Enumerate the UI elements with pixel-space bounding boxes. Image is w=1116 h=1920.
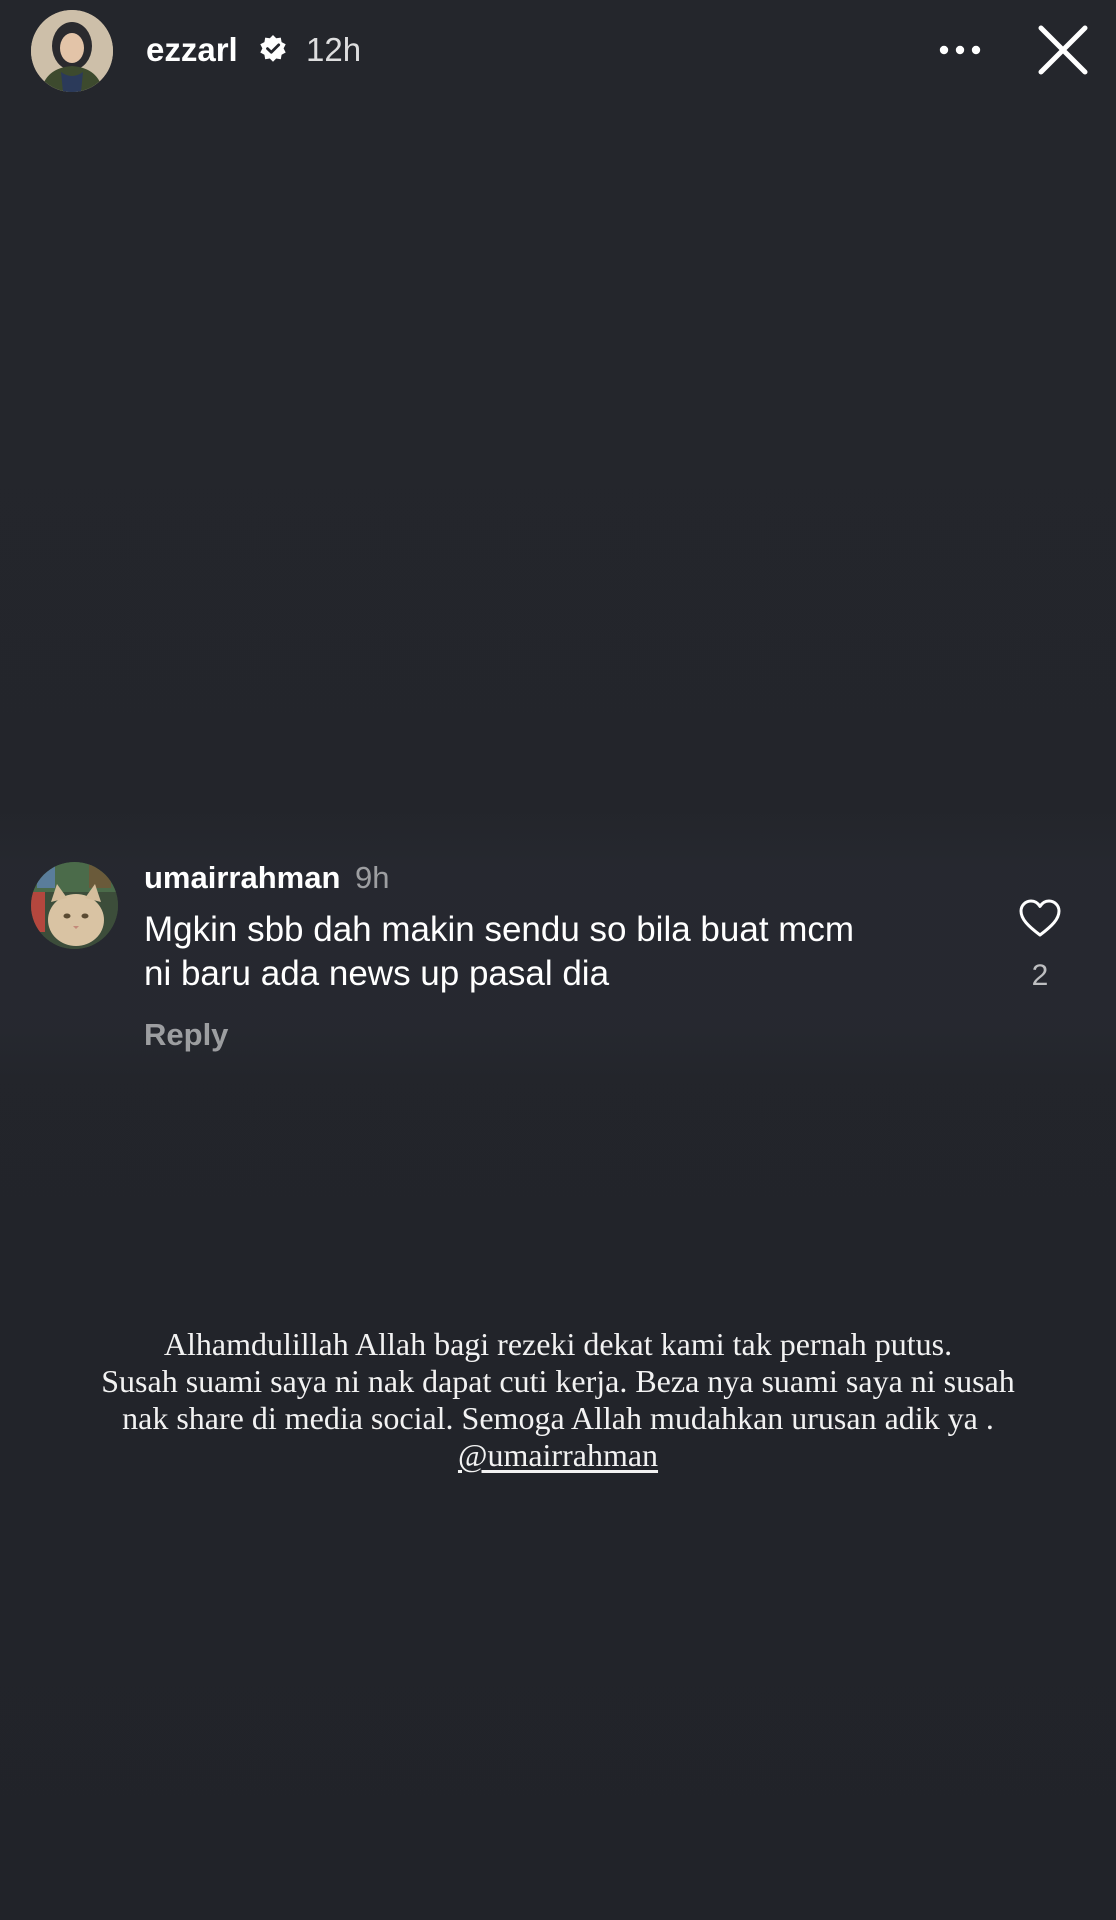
comment-text-line-2: ni baru ada news up pasal dia (144, 954, 610, 993)
caption-line-2: Susah suami saya ni nak dapat cuti kerja… (101, 1363, 1015, 1399)
caption-line-3: nak share di media social. Semoga Allah … (122, 1400, 994, 1436)
story-caption: Alhamdulillah Allah bagi rezeki dekat ka… (60, 1326, 1056, 1474)
shared-comment-card[interactable]: umairrahman 9h Mgkin sbb dah makin sendu… (0, 812, 1116, 1082)
story-screen: ezzarl 12h umairrahman 9h Mgkin sbb dah … (0, 0, 1116, 1920)
commenter-avatar[interactable] (31, 862, 118, 949)
more-horizontal-icon[interactable] (934, 30, 986, 70)
author-username[interactable]: ezzarl (146, 30, 238, 70)
reply-button[interactable]: Reply (144, 1015, 228, 1055)
story-timestamp: 12h (306, 31, 362, 68)
author-avatar[interactable] (31, 10, 113, 92)
commenter-username[interactable]: umairrahman (144, 860, 340, 895)
caption-mention-link[interactable]: @umairrahman (458, 1437, 658, 1474)
comment-text-line-1: Mgkin sbb dah makin sendu so bila buat m… (144, 910, 855, 949)
comment-timestamp: 9h (355, 860, 390, 895)
story-header: ezzarl 12h (0, 0, 1116, 100)
close-icon[interactable] (1035, 22, 1091, 78)
like-count: 2 (1031, 959, 1049, 992)
author-avatar-image (31, 10, 113, 92)
heart-outline-icon[interactable] (1018, 898, 1062, 938)
verified-badge-icon (260, 35, 286, 62)
comment-text: Mgkin sbb dah makin sendu so bila buat m… (144, 908, 964, 996)
commenter-header: umairrahman 9h (144, 858, 390, 898)
caption-line-1: Alhamdulillah Allah bagi rezeki dekat ka… (163, 1326, 953, 1362)
commenter-avatar-image (31, 862, 118, 949)
